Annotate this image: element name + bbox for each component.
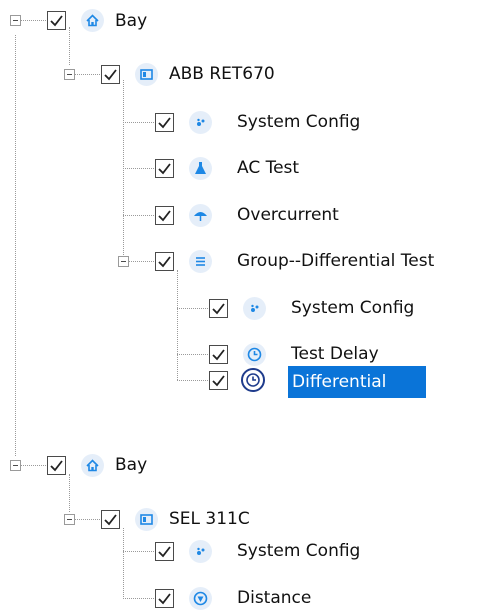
tree-node-label[interactable]: Overcurrent xyxy=(234,203,342,227)
tree-node-label[interactable]: Distance xyxy=(234,586,314,610)
tree-node-label[interactable]: Group--Differential Test xyxy=(234,249,437,273)
tree-connector-line xyxy=(69,27,70,65)
node-checkbox[interactable] xyxy=(155,252,174,271)
tree-node-label[interactable]: SEL 311C xyxy=(166,507,253,531)
node-checkbox[interactable] xyxy=(155,159,174,178)
tree-node-label-selected[interactable]: Differential xyxy=(288,366,426,398)
tree-connector-line xyxy=(123,598,154,599)
node-checkbox[interactable] xyxy=(155,113,174,132)
tree-node-label[interactable]: Bay xyxy=(112,453,150,477)
test-tree: Bay ABB RET670 System Config AC Test Ove… xyxy=(0,0,503,611)
tree-connector-line xyxy=(123,528,124,599)
tree-connector-line xyxy=(20,20,46,21)
collapse-toggle[interactable] xyxy=(10,460,21,471)
tree-node-label[interactable]: System Config xyxy=(234,539,363,563)
tree-node-label[interactable]: AC Test xyxy=(234,156,302,180)
tree-connector-line xyxy=(177,354,208,355)
tree-node-label[interactable]: Bay xyxy=(112,9,150,33)
group-list-icon xyxy=(189,250,212,273)
tree-node-label[interactable]: ABB RET670 xyxy=(166,62,278,86)
tree-connector-line xyxy=(74,519,100,520)
tree-connector-line xyxy=(20,465,46,466)
node-checkbox[interactable] xyxy=(209,371,228,390)
node-checkbox[interactable] xyxy=(155,206,174,225)
tree-connector-line xyxy=(123,215,154,216)
ac-test-icon xyxy=(189,157,212,180)
collapse-toggle[interactable] xyxy=(64,514,75,525)
tree-connector-line xyxy=(177,270,178,380)
system-config-icon xyxy=(189,540,212,563)
system-config-icon xyxy=(189,111,212,134)
clock-icon xyxy=(243,343,266,366)
device-icon xyxy=(135,508,158,531)
clock-icon xyxy=(241,368,265,392)
tree-connector-line xyxy=(15,35,16,456)
node-checkbox[interactable] xyxy=(47,456,66,475)
collapse-toggle[interactable] xyxy=(10,15,21,26)
collapse-toggle[interactable] xyxy=(64,69,75,80)
node-checkbox[interactable] xyxy=(155,589,174,608)
tree-connector-line xyxy=(123,122,154,123)
tree-node-label[interactable]: System Config xyxy=(234,110,363,134)
node-checkbox[interactable] xyxy=(101,510,120,529)
home-icon xyxy=(81,9,104,32)
tree-connector-line xyxy=(177,380,208,381)
node-checkbox[interactable] xyxy=(209,345,228,364)
tree-connector-line xyxy=(128,261,154,262)
tree-connector-line xyxy=(123,551,154,552)
tree-connector-line xyxy=(123,168,154,169)
node-checkbox[interactable] xyxy=(47,11,66,30)
node-checkbox[interactable] xyxy=(101,65,120,84)
node-checkbox[interactable] xyxy=(155,542,174,561)
device-icon xyxy=(135,63,158,86)
system-config-icon xyxy=(243,297,266,320)
collapse-toggle[interactable] xyxy=(118,256,129,267)
tree-connector-line xyxy=(69,474,70,512)
tree-connector-line xyxy=(74,74,100,75)
tree-connector-line xyxy=(177,308,208,309)
node-checkbox[interactable] xyxy=(209,299,228,318)
tree-node-label[interactable]: Test Delay xyxy=(288,342,382,366)
home-icon xyxy=(81,454,104,477)
overcurrent-icon xyxy=(189,204,212,227)
tree-node-label[interactable]: System Config xyxy=(288,296,417,320)
distance-icon xyxy=(189,587,212,610)
